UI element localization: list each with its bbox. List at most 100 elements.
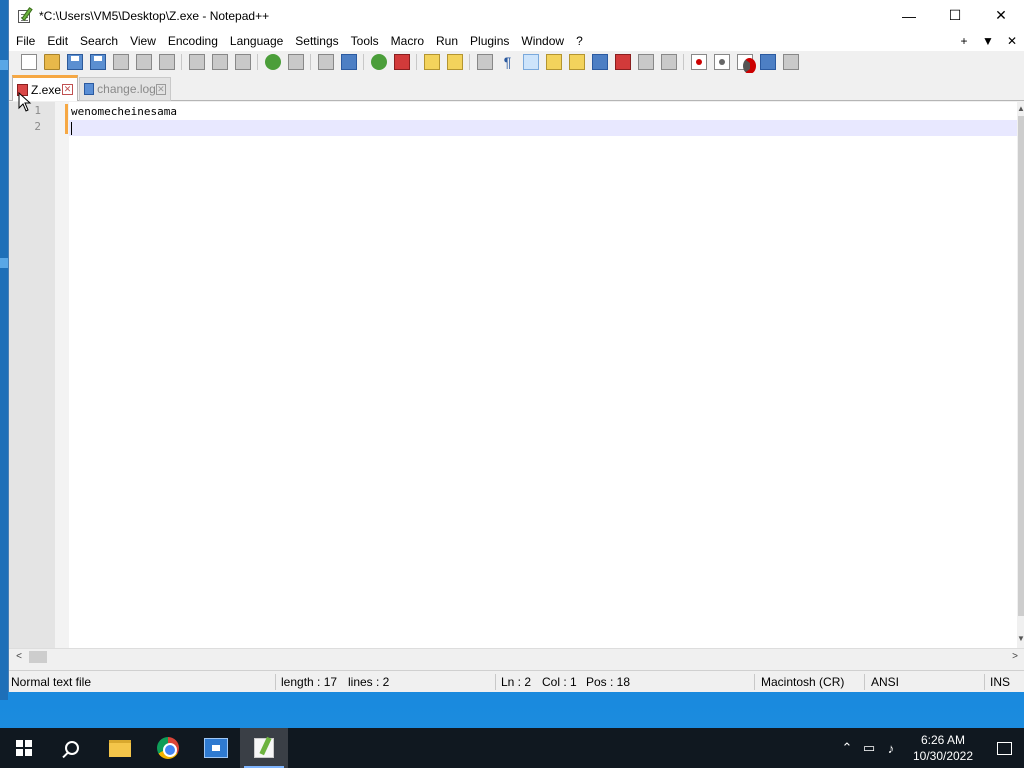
tab-close-icon[interactable]: ✕ [62,84,73,95]
find-icon[interactable] [317,54,334,70]
status-insert-mode[interactable]: INS [990,675,1010,689]
document-list-icon[interactable] [591,54,608,70]
folder-as-workspace-icon[interactable] [637,54,654,70]
menu-help[interactable]: ? [571,34,588,48]
line-number: 2 [34,120,41,133]
menu-macro[interactable]: Macro [386,34,429,48]
replace-icon[interactable] [340,54,357,70]
notification-button[interactable] [984,728,1024,768]
record-macro-icon[interactable] [690,54,707,70]
redo-icon[interactable] [287,54,304,70]
fold-margin[interactable] [55,102,69,648]
undo-icon[interactable] [264,54,281,70]
search-button[interactable] [48,728,96,768]
sync-vertical-icon[interactable] [423,54,440,70]
scroll-right-icon[interactable]: > [1007,649,1023,665]
tab-list-button[interactable]: ▼ [976,34,1000,48]
menu-plugins[interactable]: Plugins [465,34,514,48]
menu-view[interactable]: View [125,34,161,48]
print-icon[interactable] [158,54,175,70]
menu-tools[interactable]: Tools [346,34,384,48]
save-macro-icon[interactable] [782,54,799,70]
word-wrap-icon[interactable] [476,54,493,70]
status-col: Col : 1 [542,675,577,689]
monitoring-icon[interactable] [660,54,677,70]
menu-file[interactable]: File [11,34,40,48]
paste-icon[interactable] [234,54,251,70]
horizontal-scroll-thumb[interactable] [29,651,47,663]
maximize-button[interactable]: ☐ [932,0,978,31]
menu-language[interactable]: Language [225,34,288,48]
close-all-icon[interactable] [135,54,152,70]
new-tab-button[interactable]: + [952,34,976,48]
menu-settings[interactable]: Settings [290,34,343,48]
toolbar-separator [469,54,470,70]
run-macro-multiple-icon[interactable] [759,54,776,70]
window-title: *C:\Users\VM5\Desktop\Z.exe - Notepad++ [39,8,270,23]
vertical-scrollbar[interactable]: ▲ ▼ [1017,102,1024,648]
toolbar: ¶ [9,51,1024,74]
desktop-icon-fragment [0,60,8,70]
close-button[interactable]: ✕ [978,0,1024,31]
vertical-scroll-thumb[interactable] [1018,116,1024,616]
title-bar: *C:\Users\VM5\Desktop\Z.exe - Notepad++ … [9,0,1024,31]
status-separator [984,674,985,690]
search-icon [65,741,79,755]
editor[interactable]: 1 2 wenomecheinesama ▲ ▼ [9,102,1024,648]
close-file-icon[interactable] [112,54,129,70]
open-file-icon[interactable] [43,54,60,70]
save-icon[interactable] [66,54,83,70]
scroll-left-icon[interactable]: < [11,649,27,665]
menu-window[interactable]: Window [516,34,569,48]
scroll-up-icon[interactable]: ▲ [1017,104,1024,113]
tab-change-log[interactable]: change.log ✕ [79,77,171,101]
notepadpp-icon [17,6,33,24]
menu-run[interactable]: Run [431,34,463,48]
code-line-current[interactable] [69,120,1017,136]
zoom-in-icon[interactable] [370,54,387,70]
notepadpp-icon [254,738,274,758]
horizontal-scrollbar[interactable]: < > [9,648,1024,664]
notepadpp-taskbar-button[interactable] [240,728,288,768]
network-icon[interactable]: ▭ [858,740,880,756]
new-file-icon[interactable] [20,54,37,70]
sync-horizontal-icon[interactable] [446,54,463,70]
file-explorer-button[interactable] [96,728,144,768]
menu-search[interactable]: Search [75,34,123,48]
zoom-out-icon[interactable] [393,54,410,70]
menu-edit[interactable]: Edit [42,34,73,48]
tab-close-icon[interactable]: ✕ [155,83,166,95]
desktop-icon-fragment [0,258,8,268]
playback-macro-icon[interactable] [736,54,756,74]
status-eol[interactable]: Macintosh (CR) [761,675,844,689]
tab-label: Z.exe [31,82,62,97]
close-doc-button[interactable]: ✕ [1000,34,1024,48]
status-encoding[interactable]: ANSI [871,675,899,689]
save-all-icon[interactable] [89,54,106,70]
code-line[interactable]: wenomecheinesama [69,104,1017,120]
show-all-characters-icon[interactable]: ¶ [500,54,516,70]
user-defined-language-icon[interactable] [545,54,562,70]
clock[interactable]: 6:26 AM 10/30/2022 [902,732,984,764]
document-map-icon[interactable] [568,54,585,70]
volume-icon[interactable]: ♪ [880,741,902,756]
copy-icon[interactable] [211,54,228,70]
cut-icon[interactable] [188,54,205,70]
stop-recording-icon[interactable] [713,54,730,70]
indent-guide-icon[interactable] [522,54,539,70]
status-separator [495,674,496,690]
app-box-button[interactable] [192,728,240,768]
saved-file-icon [84,83,95,95]
text-area[interactable]: wenomecheinesama [69,102,1017,648]
start-button[interactable] [0,728,48,768]
minimize-button[interactable]: — [886,0,932,31]
function-list-icon[interactable] [614,54,631,70]
toolbar-separator [257,54,258,70]
taskbar: ⌃ ▭ ♪ 6:26 AM 10/30/2022 [0,728,1024,768]
notepadpp-window: *C:\Users\VM5\Desktop\Z.exe - Notepad++ … [8,0,1024,692]
system-tray: ⌃ ▭ ♪ 6:26 AM 10/30/2022 [836,728,1024,768]
chrome-button[interactable] [144,728,192,768]
menu-encoding[interactable]: Encoding [163,34,223,48]
scroll-down-icon[interactable]: ▼ [1017,634,1024,643]
chevron-up-icon[interactable]: ⌃ [836,740,858,756]
